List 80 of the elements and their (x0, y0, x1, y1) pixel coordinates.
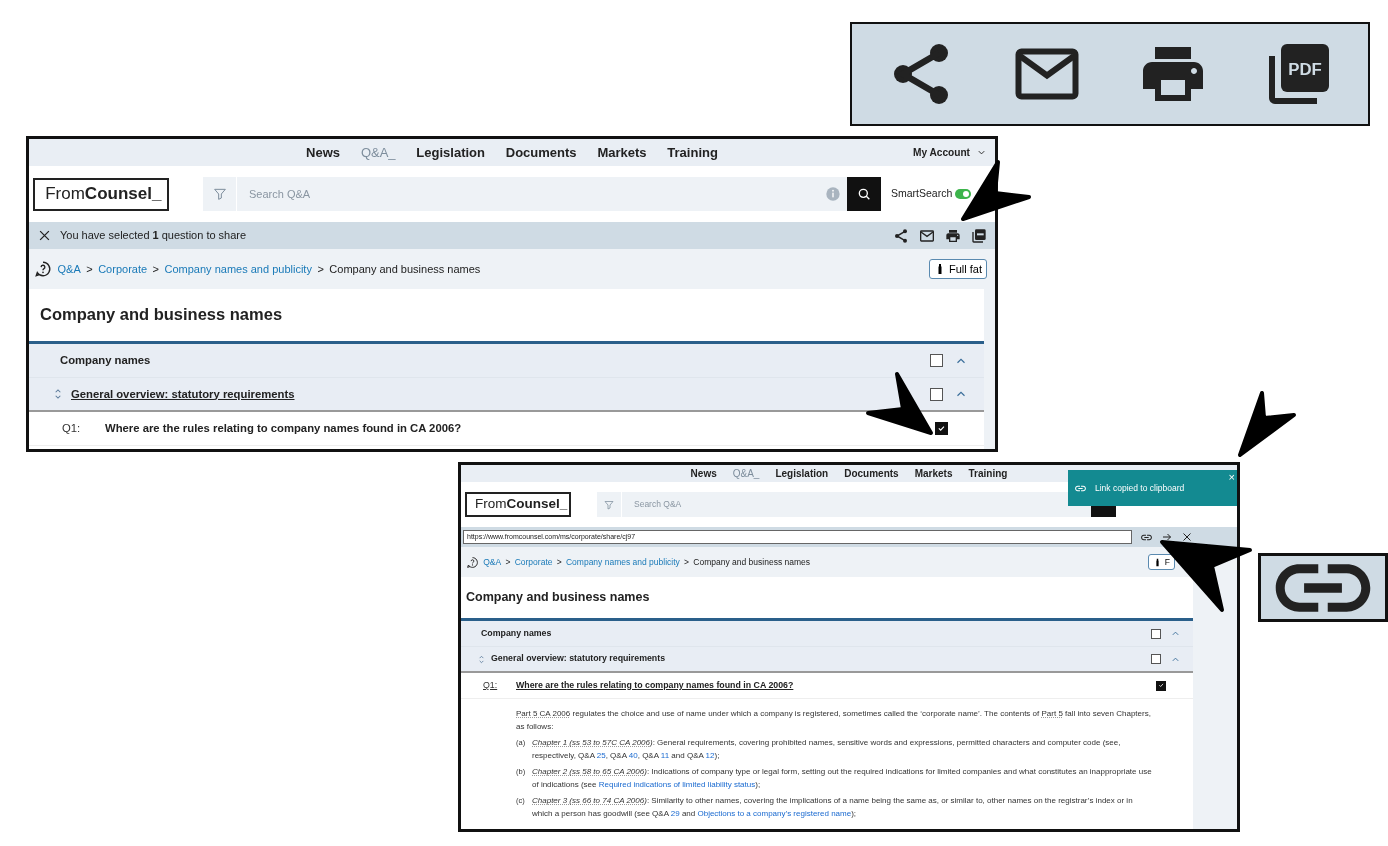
section-title: General overview: statutory requirements (491, 652, 666, 666)
selection-message: You have selected 1 question to share (60, 228, 247, 244)
breadcrumb-link[interactable]: Q&A (483, 555, 502, 569)
text-link[interactable]: Required indications of limited liability status (598, 780, 756, 789)
checkbox[interactable] (1151, 628, 1161, 639)
text-link[interactable]: 12 (705, 751, 715, 760)
breadcrumb-separator: > (317, 261, 324, 277)
nav-link[interactable]: Documents (505, 142, 577, 163)
breadcrumb-link[interactable]: Corporate (514, 555, 553, 569)
breadcrumb-link[interactable]: Company names and publicity (164, 260, 312, 278)
close-icon[interactable] (1181, 531, 1193, 543)
mail-icon[interactable] (919, 227, 935, 244)
question-number: Q1: (62, 421, 82, 437)
breadcrumb-separator: > (505, 555, 511, 569)
list-item-text: Chapter 1 (ss 53 to 57C CA 2006): General requirements, covering prohibited names, sensitive words and expressions, permitted characters and computer code (see, respectively, Q&A 25, Q&A 40, Q&A 11 and Q&A 12); (532, 737, 1122, 762)
breadcrumb-current: Company and business names (329, 261, 481, 277)
breadcrumb-separator: > (684, 555, 690, 569)
nav-link[interactable]: News (306, 142, 341, 163)
close-icon[interactable] (37, 228, 52, 243)
nav-link[interactable]: Legislation (775, 466, 829, 481)
section-row[interactable]: Company names (29, 344, 984, 378)
toggle-switch[interactable] (955, 189, 972, 199)
pdf-icon[interactable] (971, 227, 987, 244)
view-mode-button[interactable]: F (1147, 553, 1175, 571)
list-item-text: Chapter 3 (ss 66 to 74 CA 2006): Similarity to other names, covering the implications of a name being the same as, or similar to, other names on the registrar’s index or in which a person has goodwill (see Q&A 29 and Objections to a company’s registered name); (532, 795, 1134, 820)
logo[interactable]: FromCounsel_ (33, 177, 169, 211)
share-icon[interactable] (893, 227, 909, 244)
checkbox[interactable] (929, 387, 943, 401)
checkbox[interactable] (935, 422, 948, 435)
body-paragraph: Part 5 CA 2006 regulates the choice and use of name under which a company is registered, sometimes called the ‘corporate name’. The contents of Part 5 fall into seven Chapters, as follows: (516, 708, 1152, 733)
help-icon[interactable] (34, 260, 52, 278)
question-text: Where are the rules relating to company names found in CA 2006? (105, 421, 462, 437)
breadcrumb-link[interactable]: Corporate (98, 260, 148, 278)
text-link[interactable]: 25 (596, 751, 606, 760)
arrow-right-icon[interactable] (1161, 531, 1173, 543)
checkbox[interactable] (929, 354, 943, 367)
smart-search-label: SmartSearch (891, 186, 953, 202)
nav-link[interactable]: Documents (844, 466, 899, 481)
breadcrumb-current: Company and business names (693, 555, 810, 569)
nav-link[interactable]: Training (667, 142, 718, 163)
checkmark-icon (937, 424, 946, 433)
close-button[interactable]: × (1228, 470, 1235, 484)
text-link[interactable]: 11 (660, 751, 670, 760)
list-item-text: Chapter 2 (ss 58 to 65 CA 2006): Indications of company type or legal form, setting out the required indications for limited companies and what constitutes an inappropriate use of indications (see Required indications of limited liability status); (532, 766, 1153, 791)
nav-link[interactable]: Training (968, 466, 1008, 481)
checkbox[interactable] (1151, 654, 1161, 664)
breadcrumb-separator: > (556, 555, 562, 569)
question-number: Q1: (483, 678, 499, 692)
checkbox[interactable] (1156, 680, 1166, 691)
account-menu[interactable]: My Account (913, 144, 995, 161)
breadcrumb-link[interactable]: Company names and publicity (565, 555, 680, 569)
logo[interactable]: FromCounsel_ (465, 492, 571, 517)
nav-link[interactable]: Legislation (416, 142, 485, 163)
nav-link[interactable]: Markets (914, 466, 953, 481)
breadcrumb-separator: > (152, 261, 160, 277)
text-link[interactable]: Objections to a company’s registered name (697, 809, 852, 818)
pointer-arrow (1238, 391, 1296, 457)
toast-message: Link copied to clipboard (1095, 481, 1185, 495)
section-title: Company names (60, 353, 151, 369)
printer-icon[interactable] (945, 227, 961, 244)
section-title: Company names (481, 626, 552, 640)
nav-link[interactable]: News (690, 466, 717, 481)
search-button[interactable] (847, 177, 881, 211)
search-icon (856, 186, 872, 202)
pointer-arrow (961, 160, 1031, 221)
text-link[interactable]: 29 (670, 809, 680, 818)
pointer-arrow (866, 372, 933, 435)
section-row[interactable]: General overview: statutory requirements (29, 378, 984, 412)
section-link[interactable]: General overview: statutory requirements (71, 385, 295, 403)
help-icon[interactable] (466, 555, 479, 569)
section-row[interactable]: General overview: statutory requirements (461, 647, 1193, 673)
question-link[interactable]: Where are the rules relating to company names found in CA 2006? (516, 678, 794, 693)
filter-icon[interactable] (211, 186, 228, 202)
breadcrumb-separator: > (86, 261, 93, 277)
text-link[interactable]: 40 (628, 751, 638, 760)
section-row[interactable]: Company names (461, 621, 1193, 647)
checkmark-icon (1157, 682, 1165, 689)
nav-link[interactable]: Markets (597, 142, 647, 163)
view-mode-button[interactable]: Full fat (929, 258, 987, 280)
breadcrumb-link[interactable]: Q&A (57, 260, 81, 278)
